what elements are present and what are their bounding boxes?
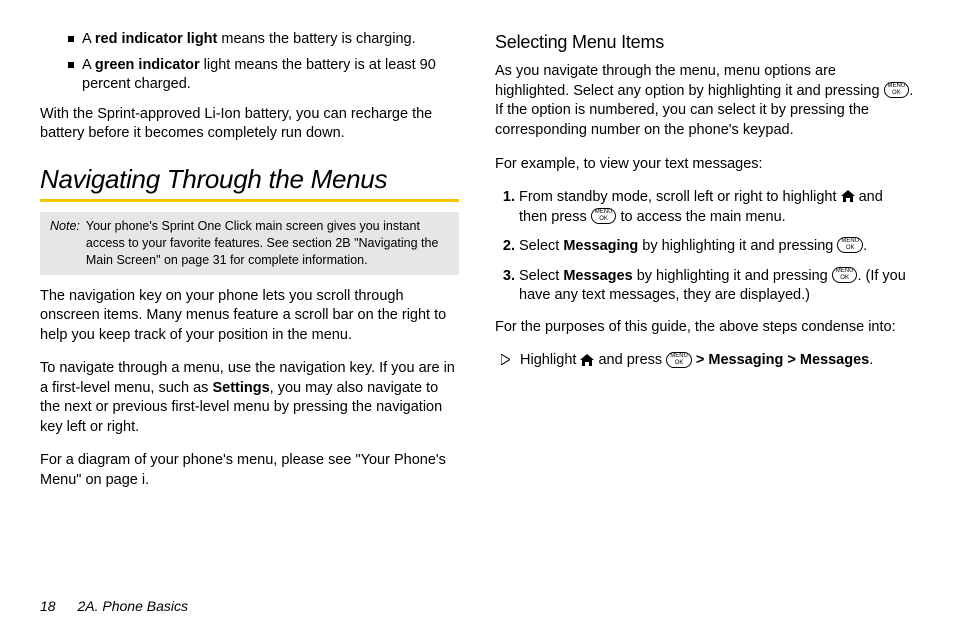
steps-list: From standby mode, scroll left or right … <box>495 188 914 306</box>
intro-paragraph: As you navigate through the menu, menu o… <box>495 62 914 140</box>
step-2: Select Messaging by highlighting it and … <box>519 237 914 257</box>
right-column: Selecting Menu Items As you navigate thr… <box>495 30 914 505</box>
page-footer: 18 2A. Phone Basics <box>40 597 188 616</box>
condensed-step: Highlight and press MENUOK > Messaging >… <box>501 351 914 371</box>
bullet-red-indicator: A red indicator light means the battery … <box>68 30 459 50</box>
indicator-bullets: A red indicator light means the battery … <box>68 30 459 95</box>
step-3: Select Messages by highlighting it and p… <box>519 267 914 306</box>
page-number: 18 <box>40 598 56 614</box>
bullet-text: A red indicator light means the battery … <box>82 30 416 50</box>
triangle-bullet-icon <box>501 354 510 371</box>
home-icon <box>841 190 855 202</box>
nav-paragraph-2: To navigate through a menu, use the navi… <box>40 359 459 437</box>
menu-ok-icon: MENUOK <box>591 208 617 224</box>
note-label: Note: <box>50 218 80 269</box>
left-column: A red indicator light means the battery … <box>40 30 459 505</box>
menu-ok-icon: MENUOK <box>884 82 910 98</box>
yellow-rule <box>40 199 459 202</box>
menu-ok-icon: MENUOK <box>837 237 863 253</box>
note-body: Your phone's Sprint One Click main scree… <box>86 218 449 269</box>
menu-ok-icon: MENUOK <box>666 352 692 368</box>
nav-paragraph-3: For a diagram of your phone's menu, plea… <box>40 451 459 490</box>
example-lead: For example, to view your text messages: <box>495 155 914 175</box>
bullet-text: A green indicator light means the batter… <box>82 56 459 95</box>
menu-ok-icon: MENUOK <box>832 267 858 283</box>
nav-paragraph-1: The navigation key on your phone lets yo… <box>40 287 459 346</box>
step-1: From standby mode, scroll left or right … <box>519 188 914 227</box>
sprint-battery-paragraph: With the Sprint-approved Li-Ion battery,… <box>40 105 459 144</box>
subsection-heading: Selecting Menu Items <box>495 30 914 54</box>
square-bullet-icon <box>68 62 74 68</box>
home-icon <box>580 354 594 366</box>
bullet-green-indicator: A green indicator light means the batter… <box>68 56 459 95</box>
condensed-text: Highlight and press MENUOK > Messaging >… <box>520 351 873 371</box>
note-box: Note: Your phone's Sprint One Click main… <box>40 212 459 275</box>
section-heading: Navigating Through the Menus <box>40 162 459 197</box>
section-label: 2A. Phone Basics <box>77 598 188 614</box>
condense-paragraph: For the purposes of this guide, the abov… <box>495 318 914 338</box>
square-bullet-icon <box>68 36 74 42</box>
